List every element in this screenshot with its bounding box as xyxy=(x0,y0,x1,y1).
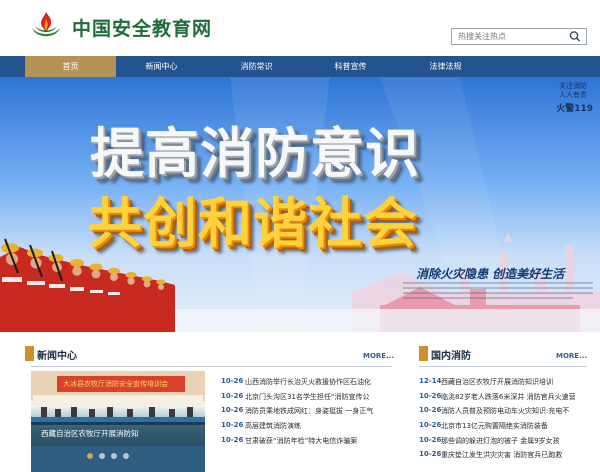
domestic-fire-row[interactable]: 10-26 那些调的躲进灯泡的被子 金属9岁女孩 xyxy=(419,434,589,448)
news-title[interactable]: 临洮82岁老人跌落6米深井 消防官兵火速营 xyxy=(441,392,576,402)
slider-dot-4[interactable] xyxy=(123,453,129,459)
news-date: 10-26 xyxy=(419,450,442,458)
news-title[interactable]: 那些调的躲进灯泡的被子 金属9岁女孩 xyxy=(441,436,560,446)
fire-emblem-logo-icon[interactable] xyxy=(30,11,62,41)
section-marker-icon xyxy=(25,346,34,361)
news-date: 10-26 xyxy=(221,377,244,385)
banner-headline-2: 共创和谐社会 xyxy=(88,192,418,255)
news-title[interactable]: 山西消防举行长治灭火救援协作区石油化 xyxy=(245,377,371,387)
news-title[interactable]: 北京门头沟区31名学生担任“消防宣传公 xyxy=(245,392,370,402)
search-icon[interactable] xyxy=(564,29,586,44)
news-title[interactable]: 西藏自治区农牧厅开展消防知识培训 xyxy=(441,377,553,387)
news-date: 10-26 xyxy=(419,406,442,414)
news-photo-banner: 大冰县农牧厅消防安全宣传培训会 xyxy=(57,376,185,392)
news-center-row[interactable]: 10-26 消防员乘地铁成网红：身姿挺拔 一身正气 xyxy=(221,404,393,418)
page: 中国安全教育网 首页 新闻中心 消防常识 科普宣传 法律法规 xyxy=(0,0,600,472)
nav-item-home[interactable]: 首页 xyxy=(25,56,116,77)
domestic-fire-row[interactable]: 10-26 北京市13亿元购置隔绝实消防装备 xyxy=(419,419,589,433)
domestic-fire-row[interactable]: 12-14 西藏自治区农牧厅开展消防知识培训 xyxy=(419,375,589,389)
section-marker-icon xyxy=(419,346,428,361)
domestic-fire-title: 国内消防 xyxy=(431,351,471,362)
search-input[interactable] xyxy=(452,29,564,44)
banner-corner-text-2: 人人有责 xyxy=(559,91,587,99)
search-box xyxy=(451,28,587,45)
news-date: 10-26 xyxy=(419,392,442,400)
site-header: 中国安全教育网 xyxy=(0,0,600,56)
news-title[interactable]: 消防人员普及预防电动车火灾知识:充电不 xyxy=(441,406,569,416)
banner-slogan: 消除火灾隐患 创造美好生活 xyxy=(416,267,565,281)
news-center-more-link[interactable]: MORE... xyxy=(363,352,394,360)
news-center-row[interactable]: 10-26 高层建筑消防演练 xyxy=(221,419,393,433)
nav-item-laws[interactable]: 法律法规 xyxy=(400,56,491,77)
news-date: 10-26 xyxy=(419,436,442,444)
slider-dot-2[interactable] xyxy=(99,453,105,459)
banner-corner-text-3: 火警119 xyxy=(556,104,593,114)
nav-item-fire-knowledge[interactable]: 消防常识 xyxy=(211,56,302,77)
news-photo-caption[interactable]: 西藏自治区农牧厅开展消防知 xyxy=(41,428,139,439)
domestic-fire-row[interactable]: 10-26 临洮82岁老人跌落6米深井 消防官兵火速营 xyxy=(419,390,589,404)
news-date: 12-14 xyxy=(419,377,442,385)
main-nav: 首页 新闻中心 消防常识 科普宣传 法律法规 xyxy=(0,56,600,77)
news-photo-slider[interactable]: 大冰县农牧厅消防安全宣传培训会 西藏自治区农牧厅开展消防知 xyxy=(31,371,205,472)
news-date: 10-26 xyxy=(221,436,244,444)
slider-dot-3[interactable] xyxy=(111,453,117,459)
news-center-row[interactable]: 10-26 北京门头沟区31名学生担任“消防宣传公 xyxy=(221,390,393,404)
news-photo-banner-text: 大冰县农牧厅消防安全宣传培训会 xyxy=(63,380,168,388)
slider-dot-1[interactable] xyxy=(87,453,93,459)
nav-item-news-center[interactable]: 新闻中心 xyxy=(116,56,207,77)
news-center-row[interactable]: 10-26 甘肃破获“消防年检”特大电信诈骗案 xyxy=(221,434,393,448)
news-center-section-header: 新闻中心 MORE... xyxy=(25,344,395,364)
news-center-divider xyxy=(31,366,392,367)
news-title[interactable]: 北京市13亿元购置隔绝实消防装备 xyxy=(441,421,548,431)
domestic-fire-row[interactable]: 10-26 重庆垫江发生洪灾灾害 消防官兵已跑救 xyxy=(419,448,589,462)
news-center-title: 新闻中心 xyxy=(37,351,77,362)
nav-item-science-promotion[interactable]: 科普宣传 xyxy=(305,56,396,77)
site-title: 中国安全教育网 xyxy=(72,18,213,40)
domestic-fire-row[interactable]: 10-26 消防人员普及预防电动车火灾知识:充电不 xyxy=(419,404,589,418)
news-title[interactable]: 重庆垫江发生洪灾灾害 消防官兵已跑救 xyxy=(441,450,562,460)
news-date: 10-26 xyxy=(221,406,244,414)
banner-headline-1: 提高消防意识 xyxy=(90,122,420,185)
news-date: 10-26 xyxy=(419,421,442,429)
news-title[interactable]: 甘肃破获“消防年检”特大电信诈骗案 xyxy=(245,436,357,446)
news-title[interactable]: 消防员乘地铁成网红：身姿挺拔 一身正气 xyxy=(245,406,373,416)
hero-banner[interactable]: 提高消防意识 共创和谐社会 消除火灾隐患 创造美好生活 关注消防 人人有责 火警… xyxy=(0,77,600,332)
news-date: 10-26 xyxy=(221,421,244,429)
domestic-fire-more-link[interactable]: MORE... xyxy=(556,352,587,360)
news-center-row[interactable]: 10-26 山西消防举行长治灭火救援协作区石油化 xyxy=(221,375,393,389)
domestic-fire-divider xyxy=(419,366,587,367)
news-date: 10-26 xyxy=(221,392,244,400)
slider-dots xyxy=(87,453,147,463)
news-title[interactable]: 高层建筑消防演练 xyxy=(245,421,301,431)
domestic-fire-section-header: 国内消防 MORE... xyxy=(419,344,589,364)
